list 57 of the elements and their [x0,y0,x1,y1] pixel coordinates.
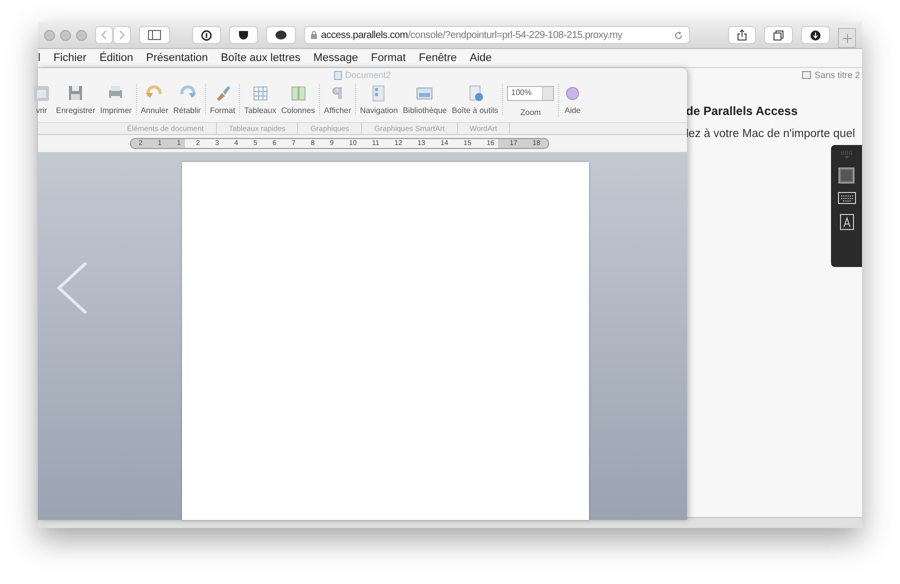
address-field[interactable]: access.parallels.com/console/?endpointurl=prl-54-229-108-215.proxy.my [304,26,690,44]
toolbar-button[interactable]: Colonnes [280,84,316,115]
grip-icon[interactable] [840,151,852,159]
sidebar-icon [148,30,161,40]
toolbar-button[interactable]: Navigation [359,84,399,115]
window-icon[interactable] [838,167,855,184]
toolbar-button[interactable]: Enregistrer [55,84,96,115]
document-icon [802,71,812,79]
cloud-icon [275,30,287,40]
toolbar-button[interactable]: Boîte à outils [450,84,500,115]
columns-icon [288,84,308,103]
page-heading: de Parallels Access [686,104,798,118]
tabs-button[interactable] [764,26,793,44]
text-input-icon[interactable] [840,212,854,230]
share-button[interactable] [728,26,756,44]
info-icon [201,30,212,40]
plus-icon [842,34,852,42]
tabs-icon [773,30,784,40]
url-host: access.parallels.com [321,30,408,40]
zoom-field[interactable]: 100% [507,86,554,101]
url-path: /console/?endpointurl=prl-54-229-108-215.proxy.my [408,30,622,40]
menu-item[interactable]: Format [371,52,406,64]
toolbar-button[interactable]: Tableaux [243,84,278,115]
window-title: Document2 [344,70,392,80]
share-icon [737,29,747,41]
menu-item[interactable]: Fenêtre [418,52,457,64]
pocket-button[interactable] [229,26,258,44]
table-icon [250,84,270,103]
zoom-label: Zoom [520,108,541,117]
document-title: Sans titre 2 [814,70,860,80]
sidebar-button[interactable] [139,26,170,44]
toolbar-button[interactable]: Rétablir [172,84,202,115]
menu-item[interactable]: Aide [470,52,492,64]
extension-button[interactable] [266,26,296,44]
menu-item[interactable]: Fichier [53,52,86,64]
lock-icon [311,31,317,39]
back-icon [100,30,108,40]
menu-item[interactable]: Boîte aux lettres [220,52,300,64]
toolbar-button[interactable]: Bibliothèque [402,84,448,115]
toolbar-button[interactable]: Imprimer [99,84,133,115]
menu-item[interactable]: l [38,52,40,64]
toolbar-button[interactable]: Aide [562,84,584,115]
forward-icon [118,30,126,40]
menu-item[interactable]: Édition [99,52,134,64]
page-text: lez à votre Mac de n'importe quel [686,128,856,140]
toolbar-button[interactable]: vrir [31,84,52,115]
extension-button[interactable] [192,26,221,44]
toolbar-button[interactable]: Format [208,84,236,115]
download-icon [810,30,821,40]
downloads-button[interactable] [801,26,830,44]
toolbar-button[interactable]: Afficher [323,84,352,115]
keyboard-icon[interactable] [838,192,856,204]
menu-item[interactable]: Message [313,52,358,64]
toolbar-button[interactable]: Annuler [140,84,170,115]
reload-icon[interactable] [674,30,683,40]
menu-item[interactable]: Présentation [146,52,208,64]
document-icon [334,70,342,80]
